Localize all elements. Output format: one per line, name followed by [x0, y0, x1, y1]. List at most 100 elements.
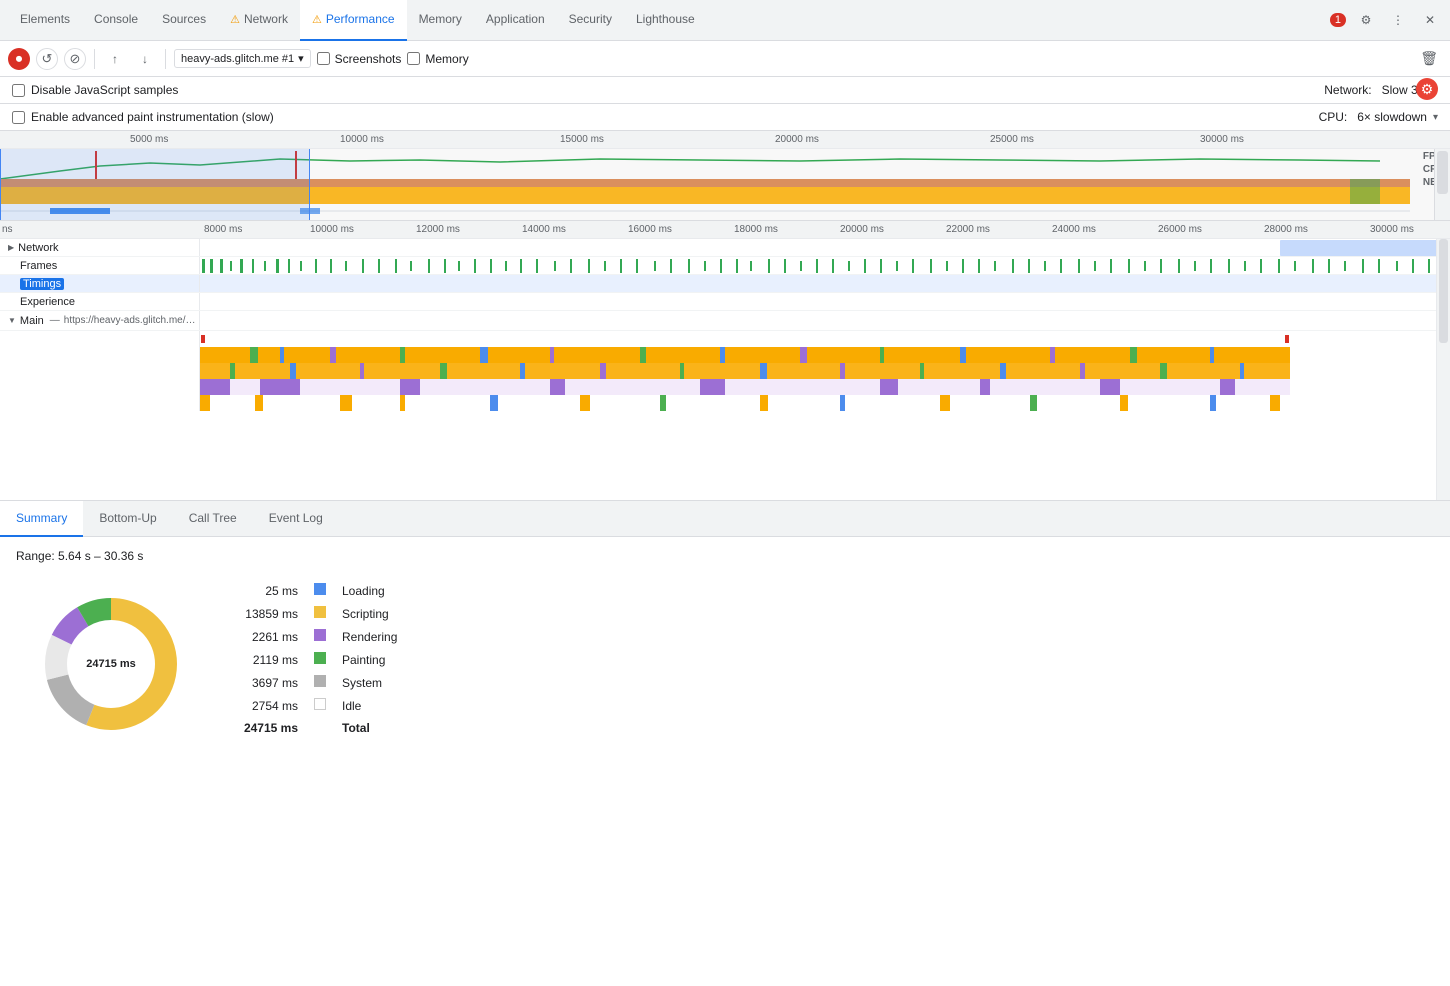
track-network: ▶ Network [0, 239, 1450, 257]
detail-scrollbar[interactable] [1436, 239, 1450, 500]
legend-idle-ms: 2754 ms [226, 694, 306, 717]
summary-panel: Range: 5.64 s – 30.36 s 24715 ms [0, 537, 1450, 986]
legend-total-swatch-cell [306, 717, 334, 739]
toolbar-divider-1 [94, 49, 95, 69]
stop-button[interactable]: ⊘ [64, 48, 86, 70]
legend-painting-ms: 2119 ms [226, 648, 306, 671]
idle-swatch [314, 698, 326, 710]
reload-settings-icon[interactable]: ⚙ [1416, 78, 1438, 100]
tab-right-controls: 1 ⚙ ⋮ ✕ [1330, 8, 1442, 32]
tab-memory[interactable]: Memory [407, 0, 474, 41]
tab-performance[interactable]: ⚠ Performance [300, 0, 407, 41]
memory-checkbox[interactable] [407, 52, 420, 65]
detail-ruler-14000: 14000 ms [522, 224, 566, 235]
overview-scrollbar[interactable] [1434, 149, 1450, 220]
donut-center-label: 24715 ms [86, 658, 136, 670]
legend-loading-swatch-cell [306, 579, 334, 602]
paint-label[interactable]: Enable advanced paint instrumentation (s… [12, 110, 274, 124]
track-frames: Frames /* SVG content generated below */ [0, 257, 1450, 275]
legend-rendering-name: Rendering [334, 625, 405, 648]
detail-scrollbar-thumb [1439, 239, 1448, 343]
record-button[interactable]: ⏺ [8, 48, 30, 70]
tab-summary-label: Summary [16, 511, 67, 525]
tab-bottom-up[interactable]: Bottom-Up [83, 501, 172, 537]
legend-system: 3697 ms System [226, 671, 405, 694]
legend-total: 24715 ms Total [226, 717, 405, 739]
network-label: Network: [1324, 83, 1371, 97]
paint-checkbox[interactable] [12, 111, 25, 124]
url-chevron-icon: ▾ [298, 52, 304, 65]
ruler-mark-15000: 15000 ms [560, 134, 604, 145]
legend-total-name: Total [334, 717, 405, 739]
legend-loading: 25 ms Loading [226, 579, 405, 602]
error-badge: 1 [1330, 13, 1346, 27]
ruler-mark-10000: 10000 ms [340, 134, 384, 145]
tab-elements[interactable]: Elements [8, 0, 82, 41]
timeline-overview[interactable]: 5000 ms 10000 ms 15000 ms 20000 ms 25000… [0, 131, 1450, 221]
legend-scripting-ms: 13859 ms [226, 602, 306, 625]
network-expand-icon[interactable]: ▶ [8, 243, 14, 252]
settings-row-2: Enable advanced paint instrumentation (s… [0, 104, 1450, 131]
legend-loading-name: Loading [334, 579, 405, 602]
scrollbar-thumb [1437, 151, 1448, 194]
legend-system-name: System [334, 671, 405, 694]
tab-call-tree[interactable]: Call Tree [173, 501, 253, 537]
download-button[interactable]: ↓ [133, 47, 157, 71]
url-value: heavy-ads.glitch.me #1 [181, 53, 294, 65]
painting-swatch [314, 652, 326, 664]
tab-application[interactable]: Application [474, 0, 557, 41]
track-timings: Timings [0, 275, 1450, 293]
tab-application-label: Application [486, 12, 545, 26]
disable-js-label[interactable]: Disable JavaScript samples [12, 83, 178, 97]
detail-ruler-12000: 12000 ms [416, 224, 460, 235]
legend-painting-name: Painting [334, 648, 405, 671]
legend-scripting-name: Scripting [334, 602, 405, 625]
settings-icon[interactable]: ⚙ [1354, 8, 1378, 32]
clear-recording-button[interactable]: 🗑 [1416, 48, 1442, 69]
ruler-mark-25000: 25000 ms [990, 134, 1034, 145]
url-selector[interactable]: heavy-ads.glitch.me #1 ▾ [174, 49, 311, 68]
track-frames-content: /* SVG content generated below */ [200, 257, 1450, 274]
toolbar-right: 🗑 ⚙ [1416, 48, 1442, 69]
donut-chart: 24715 ms [36, 589, 186, 739]
selection-overlay[interactable] [0, 149, 310, 220]
tab-event-log[interactable]: Event Log [253, 501, 339, 537]
disable-js-text: Disable JavaScript samples [31, 83, 178, 97]
flame-label-1 [0, 347, 200, 363]
screenshots-checkbox-label[interactable]: Screenshots [317, 52, 402, 66]
tab-lighthouse[interactable]: Lighthouse [624, 0, 707, 41]
tab-network[interactable]: ⚠ Network [218, 0, 300, 41]
tab-console[interactable]: Console [82, 0, 150, 41]
tab-summary[interactable]: Summary [0, 501, 83, 537]
memory-checkbox-label[interactable]: Memory [407, 52, 468, 66]
flame-svg-3 [200, 379, 1450, 395]
more-icon[interactable]: ⋮ [1386, 8, 1410, 32]
track-network-content [200, 239, 1450, 256]
flame-row-1 [0, 347, 1450, 363]
disable-js-checkbox[interactable] [12, 84, 25, 97]
close-icon[interactable]: ✕ [1418, 8, 1442, 32]
performance-warn-icon: ⚠ [312, 13, 322, 26]
scripting-swatch [314, 606, 326, 618]
main-url-text: https://heavy-ads.glitch.me/?ad=%2Fcpu%2… [64, 315, 199, 326]
tab-sources[interactable]: Sources [150, 0, 218, 41]
screenshots-checkbox[interactable] [317, 52, 330, 65]
upload-button[interactable]: ↑ [103, 47, 127, 71]
legend-table: 25 ms Loading 13859 ms Scripting 2261 ms… [226, 579, 405, 739]
system-swatch [314, 675, 326, 687]
reload-button[interactable]: ↺ [36, 48, 58, 70]
tab-security[interactable]: Security [557, 0, 624, 41]
toolbar-divider-2 [165, 49, 166, 69]
network-content-svg [200, 239, 1450, 256]
cpu-value: 6× slowdown [1357, 110, 1427, 124]
network-warn-icon: ⚠ [230, 13, 240, 26]
performance-toolbar: ⏺ ↺ ⊘ ↑ ↓ heavy-ads.glitch.me #1 ▾ Scree… [0, 41, 1450, 77]
cpu-dropdown-arrow-icon[interactable]: ▾ [1433, 112, 1438, 123]
flame-content-1 [200, 347, 1450, 363]
main-expand-icon[interactable]: ▼ [8, 316, 16, 325]
legend-loading-ms: 25 ms [226, 579, 306, 602]
settings-row-1: Disable JavaScript samples Network: Slow… [0, 77, 1450, 104]
track-timings-label: Timings [0, 275, 200, 292]
flame-row-4 [0, 395, 1450, 411]
memory-label: Memory [425, 52, 468, 66]
